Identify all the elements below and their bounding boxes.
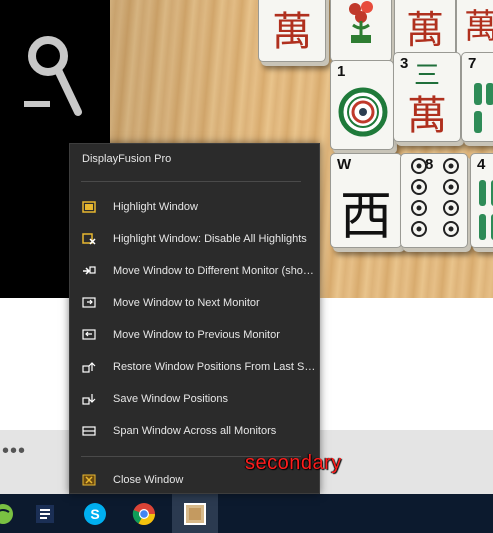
- menu-item-save-positions[interactable]: Save Window Positions: [70, 383, 321, 415]
- flower-tile-icon: [349, 1, 373, 43]
- circle-tile-icon: [338, 87, 388, 137]
- move-monitor-icon: [83, 266, 96, 275]
- search-icon: [24, 36, 82, 116]
- next-monitor-icon: [82, 297, 96, 308]
- svg-text:S: S: [90, 506, 99, 522]
- restore-positions-icon: [82, 362, 96, 373]
- bamboo-tile-icon: [479, 180, 493, 240]
- chrome-icon[interactable]: [121, 494, 167, 533]
- mahjong-tile[interactable]: W 西: [330, 153, 402, 248]
- mahjong-tile[interactable]: 萬: [258, 0, 326, 62]
- notes-app-icon[interactable]: [22, 494, 68, 533]
- menu-item-highlight-window[interactable]: Highlight Window: [70, 191, 321, 223]
- previous-monitor-icon: [82, 329, 96, 340]
- mahjong-tile[interactable]: 4: [470, 153, 493, 248]
- mahjong-tile[interactable]: 7: [461, 52, 493, 142]
- mahjong-tile[interactable]: 3 三 萬: [393, 52, 461, 142]
- monitor-annotation-label: secondary: [245, 452, 342, 474]
- mahjong-tile[interactable]: [330, 0, 392, 62]
- menu-item-disable-highlights[interactable]: Highlight Window: Disable All Highlights: [70, 223, 321, 255]
- highlight-window-icon: [82, 201, 96, 213]
- disable-highlights-icon: [82, 233, 96, 245]
- menu-item-restore-positions[interactable]: Restore Window Positions From Last Save: [70, 351, 321, 383]
- skype-icon[interactable]: S: [72, 494, 118, 533]
- mahjong-app-icon[interactable]: [172, 494, 218, 533]
- dots-tile-icon: [411, 158, 459, 237]
- save-positions-icon: [82, 394, 96, 405]
- menu-item-next-monitor[interactable]: Move Window to Next Monitor: [70, 287, 321, 319]
- taskbar: S: [0, 494, 493, 533]
- menu-separator: [81, 181, 301, 182]
- menu-item-previous-monitor[interactable]: Move Window to Previous Monitor: [70, 319, 321, 351]
- more-options-icon[interactable]: •••: [2, 440, 26, 463]
- menu-item-span-window[interactable]: Span Window Across all Monitors: [70, 415, 321, 447]
- mahjong-tile[interactable]: 8: [400, 153, 468, 248]
- menu-title: DisplayFusion Pro: [82, 153, 172, 165]
- bamboo-tile-icon: [474, 83, 493, 133]
- close-window-icon: [82, 474, 96, 486]
- span-window-icon: [82, 426, 96, 436]
- menu-item-move-different-monitor[interactable]: Move Window to Different Monitor (sho…: [70, 255, 321, 287]
- mahjong-tile[interactable]: 1: [330, 60, 394, 150]
- displayfusion-context-menu: DisplayFusion Pro Highlight Window Highl…: [69, 143, 320, 494]
